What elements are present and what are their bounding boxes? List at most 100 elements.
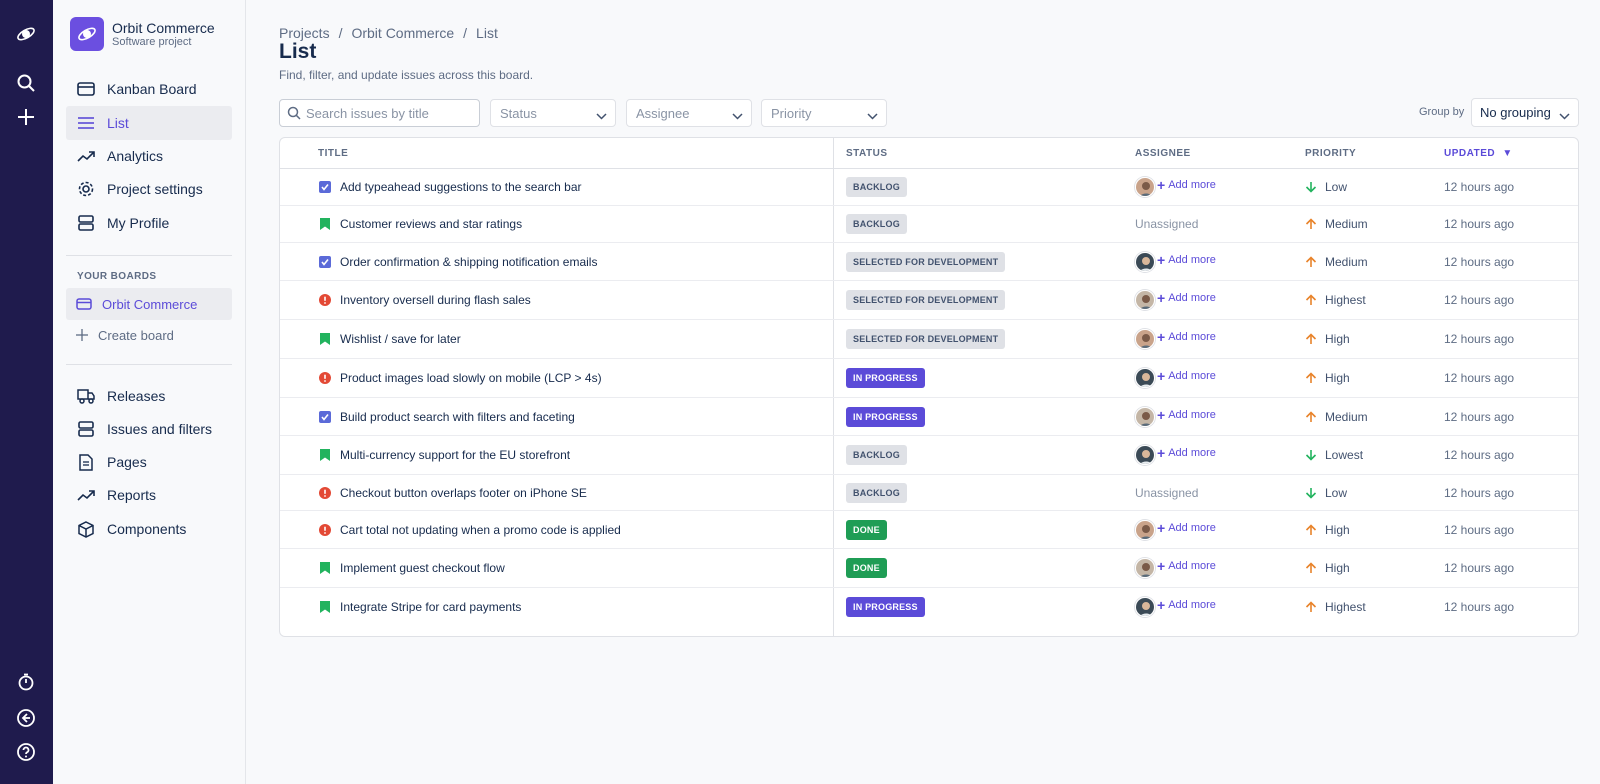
status-cell[interactable]: DONE [846,558,887,578]
status-cell[interactable]: SELECTED FOR DEVELOPMENT [846,251,1006,272]
status-cell[interactable]: SELECTED FOR DEVELOPMENT [846,290,1006,310]
priority-cell[interactable]: Medium [1305,217,1368,231]
sidebar-item-my-profile[interactable]: My Profile [66,206,232,240]
status-badge[interactable]: SELECTED FOR DEVELOPMENT [846,290,1006,310]
search-icon[interactable] [14,71,38,95]
avatar[interactable] [1135,445,1155,465]
status-badge[interactable]: SELECTED FOR DEVELOPMENT [846,251,1006,272]
avatar[interactable] [1135,406,1155,427]
avatar[interactable] [1135,290,1155,310]
table-row[interactable]: Wishlist / save for later SELECTED FOR D… [280,320,1578,359]
table-row[interactable]: Cart total not updating when a promo cod… [280,511,1578,549]
add-more-assignee-button[interactable]: + Add more [1157,520,1216,536]
table-row[interactable]: Order confirmation & shipping notificati… [280,243,1578,281]
avatar[interactable] [1135,177,1155,197]
priority-cell[interactable]: Medium [1305,410,1368,424]
status-filter-dropdown[interactable]: Status [490,99,616,127]
sidebar-item-pages[interactable]: Pages [66,445,232,479]
group-by-dropdown[interactable]: No grouping [1471,98,1579,127]
status-cell[interactable]: BACKLOG [846,177,907,197]
avatar[interactable] [1135,251,1155,272]
add-more-assignee-button[interactable]: + Add more [1157,445,1216,461]
orbit-logo-icon[interactable] [14,22,38,46]
issue-title-cell[interactable]: Build product search with filters and fa… [318,410,575,424]
add-more-assignee-button[interactable]: + Add more [1157,252,1216,268]
status-badge[interactable]: BACKLOG [846,214,907,234]
sidebar-item-kanban-board[interactable]: Kanban Board [66,72,232,106]
sidebar-item-releases[interactable]: Releases [66,379,232,413]
avatar[interactable] [1135,519,1155,540]
issue-title-cell[interactable]: Checkout button overlaps footer on iPhon… [318,486,587,500]
status-badge[interactable]: BACKLOG [846,482,907,503]
issue-title-cell[interactable]: Customer reviews and star ratings [318,217,522,231]
sidebar-item-reports[interactable]: Reports [66,478,232,512]
avatar[interactable] [1135,368,1155,388]
table-row[interactable]: Checkout button overlaps footer on iPhon… [280,475,1578,511]
breadcrumb-project[interactable]: Orbit Commerce [351,25,454,41]
status-cell[interactable]: BACKLOG [846,482,907,503]
status-badge[interactable]: IN PROGRESS [846,597,925,617]
add-more-assignee-button[interactable]: + Add more [1157,329,1216,345]
status-cell[interactable]: BACKLOG [846,214,907,234]
add-more-assignee-button[interactable]: + Add more [1157,407,1216,423]
avatar[interactable] [1135,329,1155,349]
add-more-assignee-button[interactable]: + Add more [1157,177,1216,193]
table-row[interactable]: Product images load slowly on mobile (LC… [280,359,1578,398]
status-badge[interactable]: BACKLOG [846,445,907,465]
issue-title-cell[interactable]: Order confirmation & shipping notificati… [318,255,597,269]
status-cell[interactable]: BACKLOG [846,445,907,465]
issue-title-cell[interactable]: Inventory oversell during flash sales [318,293,531,307]
table-row[interactable]: Build product search with filters and fa… [280,398,1578,436]
avatar[interactable] [1135,597,1155,617]
sidebar-item-analytics[interactable]: Analytics [66,139,232,173]
sidebar-item-list[interactable]: List [66,106,232,140]
avatar[interactable] [1135,558,1155,578]
priority-cell[interactable]: High [1305,561,1350,575]
status-badge[interactable]: IN PROGRESS [846,368,925,388]
table-row[interactable]: Implement guest checkout flow DONE + Add … [280,549,1578,588]
search-field[interactable] [279,99,480,127]
table-row[interactable]: Multi-currency support for the EU storef… [280,436,1578,475]
status-cell[interactable]: IN PROGRESS [846,406,925,427]
status-cell[interactable]: DONE [846,519,887,540]
table-row[interactable]: Integrate Stripe for card payments IN PR… [280,588,1578,626]
column-header-title[interactable]: TITLE [318,148,348,159]
status-badge[interactable]: SELECTED FOR DEVELOPMENT [846,329,1006,349]
priority-cell[interactable]: High [1305,523,1350,537]
table-row[interactable]: Add typeahead suggestions to the search … [280,169,1578,206]
status-badge[interactable]: IN PROGRESS [846,406,925,427]
status-badge[interactable]: DONE [846,519,887,540]
sidebar-item-components[interactable]: Components [66,512,232,546]
priority-cell[interactable]: Lowest [1305,448,1363,462]
issue-title-cell[interactable]: Implement guest checkout flow [318,561,505,575]
plus-icon[interactable] [14,105,38,129]
assignee-filter-dropdown[interactable]: Assignee [626,99,752,127]
status-badge[interactable]: DONE [846,558,887,578]
priority-cell[interactable]: Low [1305,486,1347,500]
priority-cell[interactable]: High [1305,371,1350,385]
priority-cell[interactable]: High [1305,332,1350,346]
table-row[interactable]: Customer reviews and star ratings BACKLO… [280,206,1578,243]
breadcrumb-current[interactable]: List [476,25,498,41]
priority-cell[interactable]: Highest [1305,293,1366,307]
issue-title-cell[interactable]: Multi-currency support for the EU storef… [318,448,570,462]
unassigned-label[interactable]: Unassigned [1135,486,1198,500]
issue-title-cell[interactable]: Cart total not updating when a promo cod… [318,523,621,537]
sidebar-item-issues-and-filters[interactable]: Issues and filters [66,412,232,446]
issue-title-cell[interactable]: Add typeahead suggestions to the search … [318,180,582,194]
priority-filter-dropdown[interactable]: Priority [761,99,887,127]
unassigned-label[interactable]: Unassigned [1135,217,1198,231]
table-row[interactable]: Inventory oversell during flash sales SE… [280,281,1578,320]
help-icon[interactable] [14,740,38,764]
add-more-assignee-button[interactable]: + Add more [1157,597,1216,613]
column-header-assignee[interactable]: ASSIGNEE [1135,148,1191,159]
back-icon[interactable] [14,706,38,730]
breadcrumb-projects[interactable]: Projects [279,25,330,41]
priority-cell[interactable]: Medium [1305,255,1368,269]
timer-icon[interactable] [14,670,38,694]
priority-cell[interactable]: Highest [1305,600,1366,614]
status-cell[interactable]: IN PROGRESS [846,368,925,388]
board-item-orbit-commerce[interactable]: Orbit Commerce [66,288,232,320]
issue-title-cell[interactable]: Wishlist / save for later [318,332,461,346]
status-cell[interactable]: IN PROGRESS [846,597,925,617]
